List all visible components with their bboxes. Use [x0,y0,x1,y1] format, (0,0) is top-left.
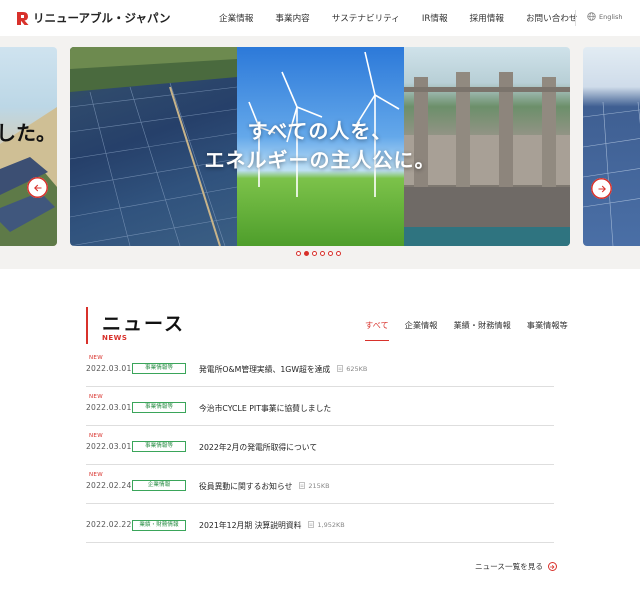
carousel-dot-4[interactable] [320,251,325,256]
slide-current[interactable]: すべての人を、 エネルギーの主人公に。 [70,47,570,246]
site-logo[interactable]: リニューアブル・ジャパン [16,10,171,26]
slide-next-image [583,47,640,246]
list-item[interactable]: NEW 2022.03.01 事業情報等 今治市CYCLE PIT事業に協賛しま… [86,387,554,426]
tab-financial[interactable]: 業績・財務情報 [453,319,510,341]
new-badge: NEW [89,433,103,439]
nav-item-contact[interactable]: お問い合わせ [526,12,578,24]
news-item-title: 発電所O&M管理実績、1GW超を達成 [199,365,331,374]
carousel-next-button[interactable] [591,178,612,199]
tab-business[interactable]: 事業情報等 [527,319,568,341]
category-badge: 事業情報等 [132,363,186,374]
site-header: リニューアブル・ジャパン 企業情報 事業内容 サステナビリティ IR情報 採用情… [0,0,640,36]
language-label: English [599,12,623,21]
pdf-file-icon [308,521,315,528]
news-title-link[interactable]: 2022年2月の発電所取得について [199,442,317,453]
pdf-file-icon [299,482,306,489]
news-title-link[interactable]: 2021年12月期 決算説明資料 1,952KB [199,520,345,531]
news-date: 2022.02.22 [86,520,132,529]
file-size: 1,952KB [308,520,345,529]
file-size-value: 215KB [308,481,330,490]
news-title: ニュース [102,313,186,335]
file-size: 625KB [337,365,367,373]
news-subtitle: NEWS [102,334,128,342]
carousel-dot-1[interactable] [296,251,301,256]
category-badge: 企業情報 [132,480,186,491]
list-item[interactable]: 2022.02.22 業績・財務情報 2021年12月期 決算説明資料 1,952… [86,504,554,543]
carousel-prev-button[interactable] [27,177,48,198]
carousel-dot-3[interactable] [312,251,317,256]
news-date: 2022.03.01 [86,364,132,373]
nav-item-company[interactable]: 企業情報 [219,12,253,24]
carousel-dot-5[interactable] [328,251,333,256]
new-badge: NEW [89,394,103,400]
pdf-file-icon [337,365,344,372]
nav-item-business[interactable]: 事業内容 [275,12,309,24]
language-switch[interactable]: English [587,12,622,21]
hero-copy-line2: エネルギーの主人公に。 [204,148,436,172]
news-more-link[interactable]: ニュース一覧を見る [475,561,557,572]
arrow-right-circle-icon [547,562,557,571]
hero-copy: すべての人を、 エネルギーの主人公に。 [70,117,570,175]
category-badge: 事業情報等 [132,402,186,413]
logo-mark-icon [16,11,30,26]
news-more-label: ニュース一覧を見る [475,562,543,571]
list-item[interactable]: NEW 2022.02.24 企業情報 役員異動に関するお知らせ 215KB [86,465,554,504]
nav-item-recruit[interactable]: 採用情報 [470,12,504,24]
arrow-right-icon [598,185,606,192]
news-item-title: 2021年12月期 決算説明資料 [199,521,302,530]
file-size-value: 1,952KB [317,520,345,529]
file-size-value: 625KB [346,364,368,373]
nav-item-sustainability[interactable]: サステナビリティ [332,12,400,24]
news-heading-accent [86,307,88,344]
list-item[interactable]: NEW 2022.03.01 事業情報等 2022年2月の発電所取得について [86,426,554,465]
file-size: 215KB [299,481,330,490]
news-title-link[interactable]: 役員異動に関するお知らせ 215KB [199,481,330,492]
news-date: 2022.03.01 [86,442,132,451]
category-badge: 事業情報等 [132,441,186,452]
news-item-title: 役員異動に関するお知らせ [199,482,293,491]
previous-slide-copy: した。 [0,121,56,145]
hero-copy-line1: すべての人を、 [247,119,393,143]
arrow-left-icon [33,184,41,191]
hero-carousel: した。 すべての人を、 エネルギーの主人公に。 [0,36,640,269]
news-item-title: 2022年2月の発電所取得について [199,443,318,452]
main-nav: 企業情報 事業内容 サステナビリティ IR情報 採用情報 お問い合わせ [219,12,578,24]
news-item-title: 今治市CYCLE PIT事業に協賛しました [199,404,332,413]
news-list: NEW 2022.03.01 事業情報等 発電所O&M管理実績、1GW超を達成 6… [86,348,554,543]
field-solar-image [0,107,57,246]
slide-previous[interactable]: した。 [0,47,57,246]
nav-divider [575,10,576,26]
slide-next[interactable] [583,47,640,246]
news-tabs: すべて 企業情報 業績・財務情報 事業情報等 [365,319,568,341]
brand-name: リニューアブル・ジャパン [33,11,171,25]
tab-all[interactable]: すべて [365,319,389,341]
list-item[interactable]: NEW 2022.03.01 事業情報等 発電所O&M管理実績、1GW超を達成 6… [86,348,554,387]
news-title-link[interactable]: 発電所O&M管理実績、1GW超を達成 625KB [199,364,367,375]
carousel-dot-6[interactable] [336,251,341,256]
globe-icon [587,12,596,21]
nav-item-ir[interactable]: IR情報 [422,12,448,24]
news-date: 2022.03.01 [86,403,132,412]
carousel-dot-2[interactable] [304,251,309,256]
carousel-dots [296,251,344,256]
category-badge: 業績・財務情報 [132,520,186,531]
new-badge: NEW [89,472,103,478]
news-title-link[interactable]: 今治市CYCLE PIT事業に協賛しました [199,403,331,414]
news-date: 2022.02.24 [86,481,132,490]
slide-previous-image [0,47,57,246]
new-badge: NEW [89,355,103,361]
tab-company[interactable]: 企業情報 [405,319,438,341]
